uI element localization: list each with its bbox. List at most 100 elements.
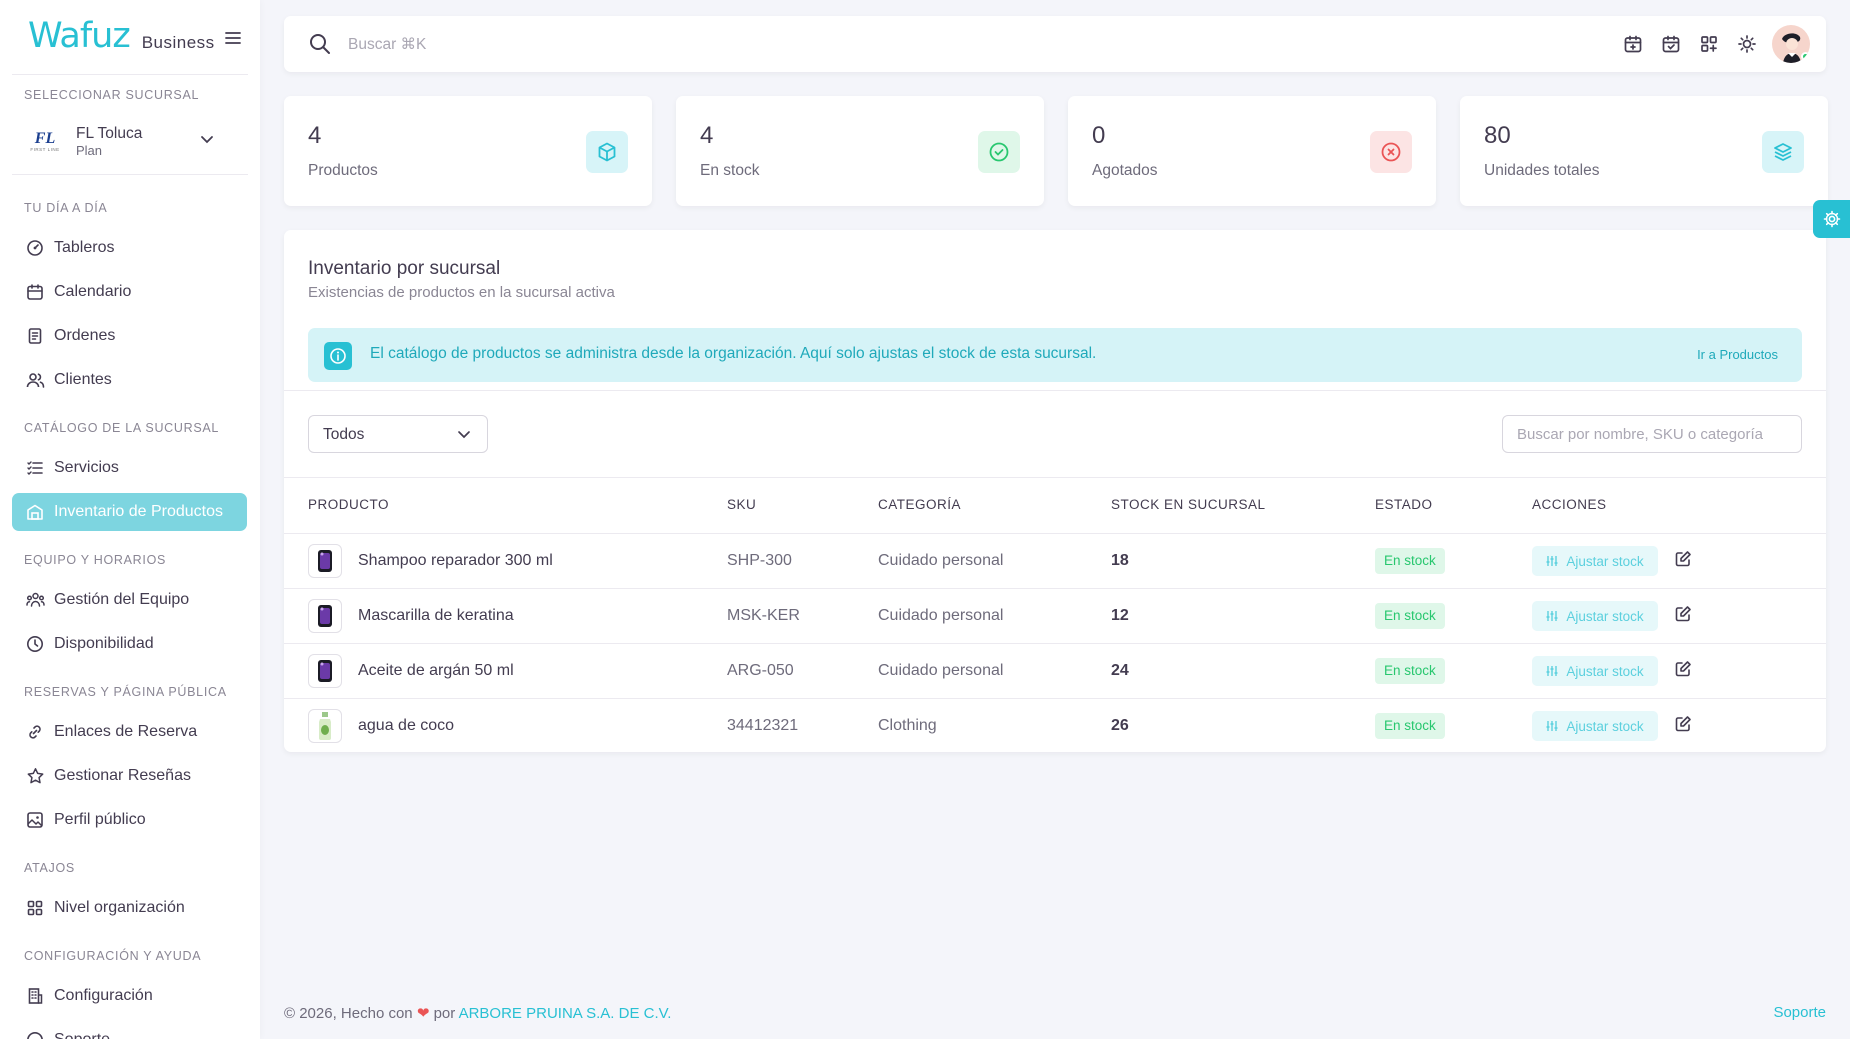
branch-logo-sub: FIRST LINE xyxy=(30,146,60,152)
info-alert: El catálogo de productos se administra d… xyxy=(308,328,1802,382)
calendar-check-icon[interactable] xyxy=(1652,24,1690,64)
sidebar-item-perfil[interactable]: Perfil público xyxy=(12,801,247,839)
sidebar-item-label: Perfil público xyxy=(54,811,146,828)
sidebar-item-label: Enlaces de Reserva xyxy=(54,723,198,740)
footer-support-link[interactable]: Soporte xyxy=(1773,1004,1826,1021)
divider xyxy=(12,174,248,175)
help-icon xyxy=(25,1030,45,1039)
info-icon xyxy=(324,342,352,370)
sidebar-item-label: Gestionar Reseñas xyxy=(54,767,191,784)
online-status-dot xyxy=(1801,52,1810,61)
section-title-equipo: Equipo y horarios xyxy=(24,553,167,567)
stat-card-unidades: 80 Unidades totales xyxy=(1460,96,1828,206)
menu-toggle-icon[interactable] xyxy=(224,30,242,46)
star-icon xyxy=(25,766,45,786)
sidebar-item-calendario[interactable]: Calendario xyxy=(12,273,247,311)
sidebar-item-label: Ordenes xyxy=(54,327,116,344)
users-icon xyxy=(25,370,45,390)
edit-icon[interactable] xyxy=(1674,660,1692,678)
sidebar-item-ordenes[interactable]: Ordenes xyxy=(12,317,247,355)
status-badge: En stock xyxy=(1375,603,1445,629)
go-to-products-link[interactable]: Ir a Productos xyxy=(1697,347,1778,362)
edit-icon[interactable] xyxy=(1674,605,1692,623)
adjustments-icon xyxy=(1546,611,1558,621)
sidebar-item-label: Tableros xyxy=(54,239,115,256)
product-category: Clothing xyxy=(878,717,937,734)
sidebar-item-soporte[interactable]: Soporte xyxy=(12,1021,247,1039)
product-image xyxy=(308,599,342,633)
alert-text: El catálogo de productos se administra d… xyxy=(370,345,1097,362)
sidebar-item-resenas[interactable]: Gestionar Reseñas xyxy=(12,757,247,795)
status-badge: En stock xyxy=(1375,548,1445,574)
product-category: Cuidado personal xyxy=(878,662,1004,679)
chevron-down-icon xyxy=(200,134,214,144)
sidebar-item-gestion-equipo[interactable]: Gestión del Equipo xyxy=(12,581,247,619)
stat-label: Productos xyxy=(308,162,378,179)
sidebar: Wafuz Business Seleccionar sucursal FL F… xyxy=(0,0,260,1039)
team-icon xyxy=(25,590,45,610)
sidebar-item-disponibilidad[interactable]: Disponibilidad xyxy=(12,625,247,663)
calendar-plus-icon[interactable] xyxy=(1614,24,1652,64)
sidebar-item-clientes[interactable]: Clientes xyxy=(12,361,247,399)
status-badge: En stock xyxy=(1375,658,1445,684)
column-header-estado: Estado xyxy=(1375,497,1433,512)
divider xyxy=(284,477,1826,478)
sidebar-item-servicios[interactable]: Servicios xyxy=(12,449,247,487)
adjust-stock-label: Ajustar stock xyxy=(1566,663,1644,679)
sidebar-item-nivel-organizacion[interactable]: Nivel organización xyxy=(12,889,247,927)
user-avatar[interactable] xyxy=(1772,25,1810,63)
edit-icon[interactable] xyxy=(1674,550,1692,568)
inventory-card: Inventario por sucursal Existencias de p… xyxy=(284,230,1826,752)
clock-icon xyxy=(25,634,45,654)
branch-logo: FL FIRST LINE xyxy=(24,123,66,159)
sidebar-item-label: Inventario de Productos xyxy=(54,503,223,520)
apps-icon[interactable] xyxy=(1690,24,1728,64)
sidebar-item-inventario[interactable]: Inventario de Productos xyxy=(12,493,247,531)
sidebar-item-label: Gestión del Equipo xyxy=(54,591,190,608)
stat-value: 4 xyxy=(700,122,714,149)
topbar: Buscar ⌘K xyxy=(284,16,1826,72)
adjust-stock-button[interactable]: Ajustar stock xyxy=(1532,711,1658,741)
edit-icon[interactable] xyxy=(1674,715,1692,733)
brand[interactable]: Wafuz Business xyxy=(28,16,215,56)
divider xyxy=(12,74,248,75)
branch-plan: Plan xyxy=(76,142,103,158)
branch-name: FL Toluca xyxy=(76,124,143,142)
sun-icon[interactable] xyxy=(1728,24,1766,64)
product-sku: 34412321 xyxy=(727,717,799,734)
settings-gear-icon[interactable] xyxy=(1813,200,1850,238)
section-title-branch: Seleccionar sucursal xyxy=(24,88,200,102)
product-name: Aceite de argán 50 ml xyxy=(358,662,514,679)
global-search-input[interactable]: Buscar ⌘K xyxy=(348,35,426,54)
adjust-stock-button[interactable]: Ajustar stock xyxy=(1532,546,1658,576)
product-name: Mascarilla de keratina xyxy=(358,607,514,624)
stat-value: 4 xyxy=(308,122,322,149)
check-circle-icon xyxy=(978,131,1020,173)
sidebar-item-tableros[interactable]: Tableros xyxy=(12,229,247,267)
column-header-acciones: Acciones xyxy=(1532,497,1607,512)
building-store-icon xyxy=(25,502,45,522)
section-title-dia: Tu día a día xyxy=(24,201,108,215)
sidebar-item-label: Disponibilidad xyxy=(54,635,154,652)
sidebar-item-enlaces[interactable]: Enlaces de Reserva xyxy=(12,713,247,751)
adjust-stock-label: Ajustar stock xyxy=(1566,553,1644,569)
product-stock: 26 xyxy=(1111,717,1129,734)
branch-selector[interactable]: FL FIRST LINE FL Toluca Plan xyxy=(24,120,224,162)
heart-icon: ❤ xyxy=(416,1005,430,1022)
brand-suffix: Business xyxy=(141,33,215,52)
adjust-stock-button[interactable]: Ajustar stock xyxy=(1532,656,1658,686)
adjust-stock-button[interactable]: Ajustar stock xyxy=(1532,601,1658,631)
stat-label: Agotados xyxy=(1092,162,1158,179)
sidebar-item-configuracion[interactable]: Configuración xyxy=(12,977,247,1015)
grid-icon xyxy=(25,898,45,918)
footer-company-link[interactable]: ARBORE PRUINA S.A. DE C.V. xyxy=(459,1005,672,1022)
product-search-input[interactable]: Buscar por nombre, SKU o categoría xyxy=(1502,415,1802,453)
section-title-atajos: Atajos xyxy=(24,861,75,875)
section-title-configuracion: Configuración y ayuda xyxy=(24,949,202,963)
search-icon[interactable] xyxy=(308,32,332,56)
status-filter-select[interactable]: Todos xyxy=(308,415,488,453)
column-header-producto: Producto xyxy=(308,497,390,512)
table-row: agua de coco 34412321 Clothing 26 En sto… xyxy=(284,698,1826,753)
cube-icon xyxy=(586,131,628,173)
status-filter-value: Todos xyxy=(323,426,365,443)
